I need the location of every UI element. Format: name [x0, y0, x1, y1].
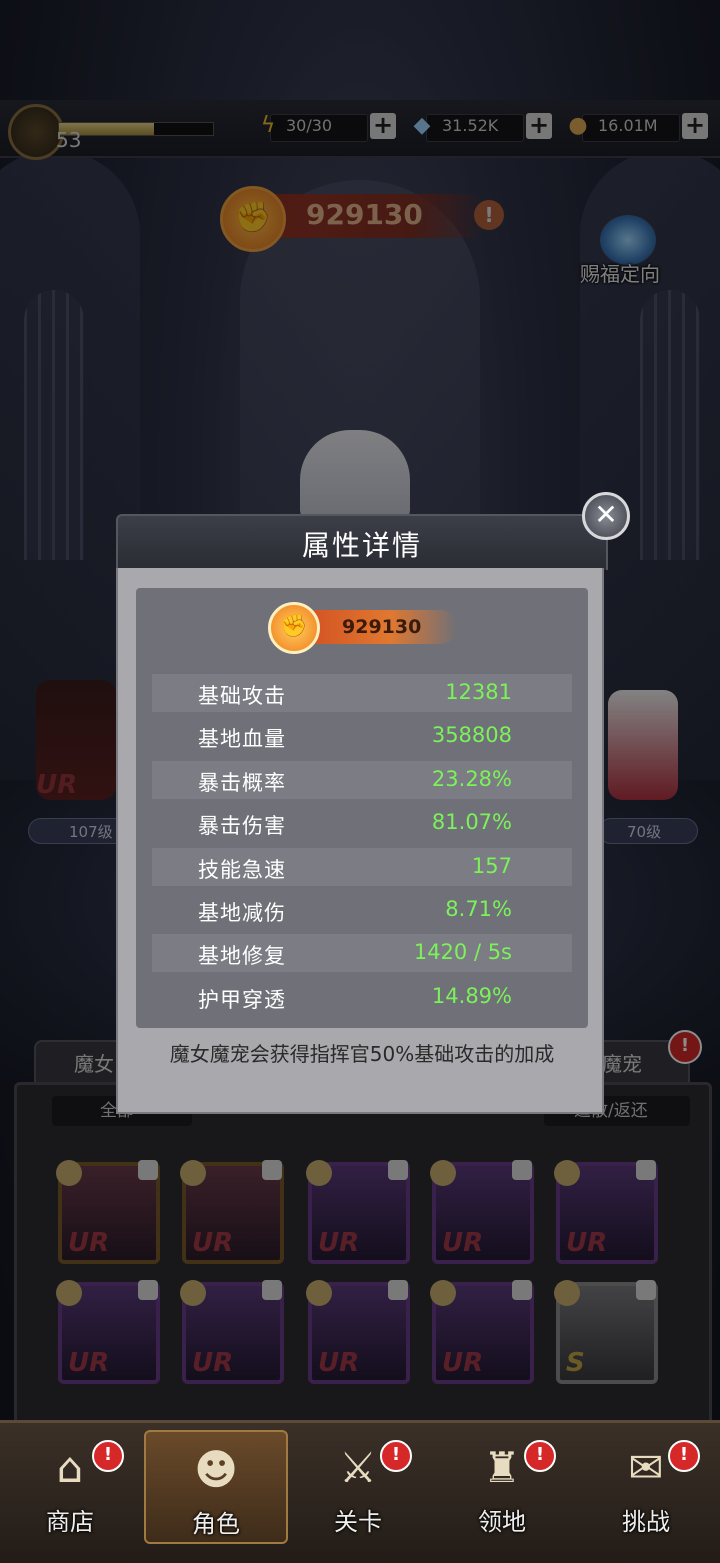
nav-label: 商店	[46, 1508, 94, 1536]
stat-value: 23.28%	[431, 766, 512, 791]
stat-value: 358808	[431, 723, 512, 748]
stat-label: 技能急速	[198, 857, 286, 882]
stat-value: 14.89%	[431, 983, 512, 1008]
stat-label: 基地修复	[198, 944, 286, 969]
stat-row: 基础攻击 12381	[152, 674, 572, 712]
nav-item-4[interactable]: ✉ 挑战!	[576, 1430, 716, 1540]
alert-badge: !	[524, 1440, 556, 1472]
stat-label: 基地血量	[198, 727, 286, 752]
modal-body: ✊ 929130 基础攻击 12381 基地血量 358808 暴击概率 23.28% 暴击…	[116, 568, 604, 1114]
close-button[interactable]: ✕	[582, 492, 630, 540]
modal-header: 属性详情	[116, 514, 608, 570]
alert-badge: !	[92, 1440, 124, 1472]
nav-item-3[interactable]: ♜ 领地!	[432, 1430, 572, 1540]
stat-label: 基础攻击	[198, 684, 286, 708]
stat-label: 暴击伤害	[198, 814, 286, 839]
stat-value: 8.71%	[445, 897, 512, 921]
nav-item-0[interactable]: ⌂ 商店!	[0, 1430, 140, 1540]
stat-row: 护甲穿透 14.89%	[152, 978, 572, 1016]
nav-label: 关卡	[334, 1508, 382, 1536]
nav-label: 角色	[192, 1510, 240, 1538]
stat-value: 12381	[445, 680, 512, 704]
modal-note: 魔女魔宠会获得指挥官50%基础攻击的加成	[169, 1042, 555, 1066]
stat-row: 基地修复 1420 / 5s	[152, 934, 572, 973]
nav-label: 领地	[478, 1508, 526, 1536]
modal-power-value: 929130	[342, 616, 422, 638]
stat-row: 基地血量 358808	[152, 717, 572, 755]
alert-badge: !	[668, 1440, 700, 1472]
modal-title: 属性详情	[301, 529, 422, 562]
stat-row: 技能急速 157	[152, 847, 572, 886]
alert-badge: !	[380, 1440, 412, 1472]
nav-item-2[interactable]: ⚔ 关卡!	[288, 1430, 428, 1540]
fist-icon: ✊	[268, 602, 320, 654]
nav-item-1[interactable]: ☻ 角色	[144, 1430, 288, 1544]
character-icon: ☻	[194, 1445, 238, 1494]
stat-row: 基地减伤 8.71%	[152, 891, 572, 929]
stat-row: 暴击概率 23.28%	[152, 760, 572, 799]
stat-label: 基地减伤	[198, 901, 286, 925]
stat-row: 暴击伤害 81.07%	[152, 804, 572, 842]
attribute-detail-modal: 属性详情 ✊ 929130 基础攻击 12381 基地血量 358808 暴击概率 23.…	[116, 514, 608, 1114]
stat-value: 1420 / 5s	[413, 940, 512, 965]
stat-label: 护甲穿透	[198, 987, 286, 1012]
stat-label: 暴击概率	[198, 770, 286, 795]
nav-label: 挑战	[622, 1508, 670, 1536]
stat-value: 81.07%	[431, 810, 512, 835]
stat-value: 157	[471, 853, 512, 878]
